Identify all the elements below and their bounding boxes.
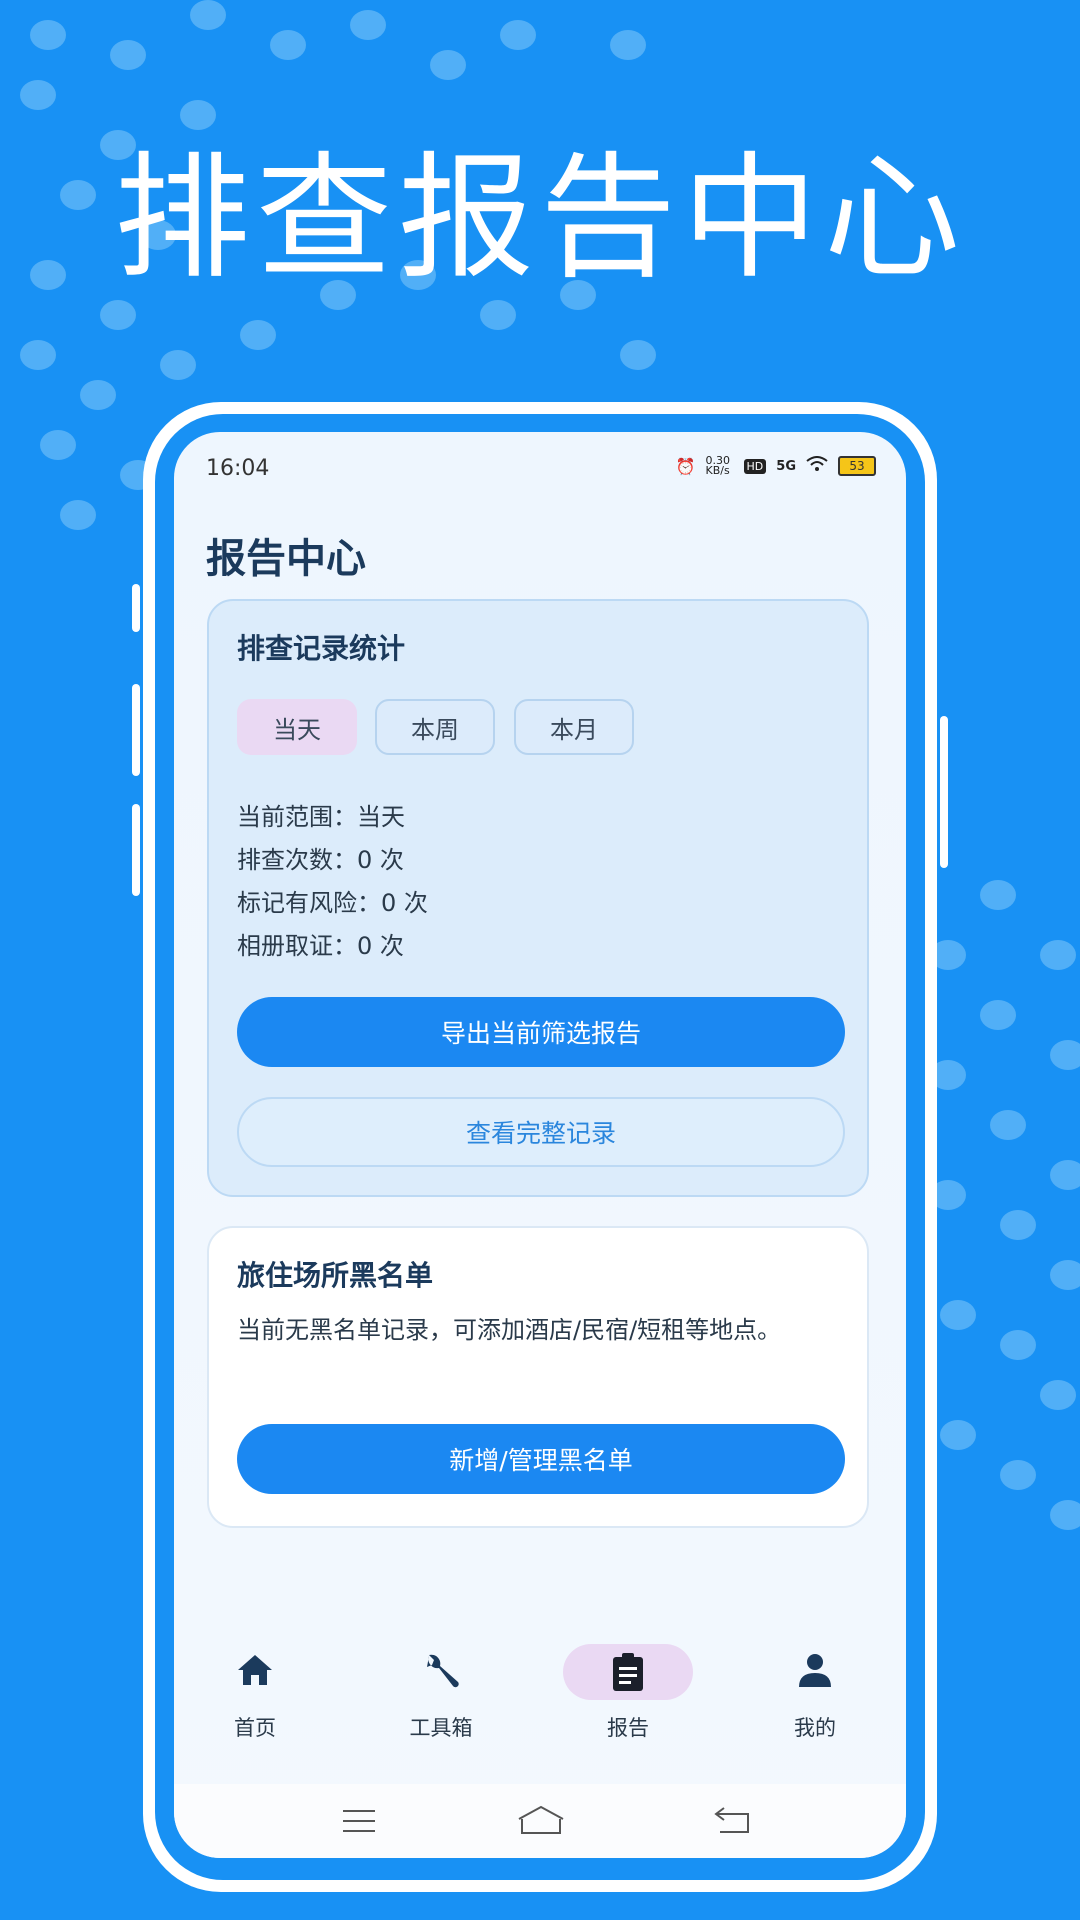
nav-item-toolbox[interactable]: 工具箱 (371, 1636, 511, 1760)
nav-label: 首页 (234, 1716, 276, 1740)
stat-range: 当前范围：当天 (237, 803, 405, 831)
status-icons: ⏰ 0.30 KB/s HD 5G 53 (675, 454, 876, 477)
battery-icon: 53 (838, 456, 876, 476)
blacklist-card: 旅住场所黑名单 当前无黑名单记录，可添加酒店/民宿/短租等地点。 新增/管理黑名… (207, 1226, 869, 1528)
bottom-nav: 首页 工具箱 报告 我的 (174, 1636, 906, 1760)
hd-icon: HD (743, 458, 767, 474)
side-button (132, 804, 140, 896)
stat-risk: 标记有风险：0 次 (237, 889, 428, 917)
segment-week[interactable]: 本周 (375, 699, 495, 755)
stat-album: 相册取证：0 次 (237, 932, 404, 960)
status-bar: 16:04 ⏰ 0.30 KB/s HD 5G 53 (174, 432, 906, 502)
view-records-button[interactable]: 查看完整记录 (237, 1097, 845, 1167)
status-time: 16:04 (206, 456, 270, 481)
blacklist-card-title: 旅住场所黑名单 (237, 1259, 434, 1292)
page-title: 报告中心 (206, 536, 366, 582)
wrench-icon (371, 1652, 511, 1692)
headline: 排查报告中心 (114, 140, 966, 298)
segment-today[interactable]: 当天 (237, 699, 357, 755)
alarm-icon: ⏰ (675, 456, 696, 476)
stat-count: 排查次数：0 次 (237, 846, 404, 874)
menu-icon[interactable] (341, 1808, 377, 1838)
back-icon[interactable] (714, 1806, 750, 1838)
nav-item-home[interactable]: 首页 (185, 1636, 325, 1760)
signal-icon: 5G (776, 458, 796, 474)
clipboard-icon (558, 1652, 698, 1692)
nav-item-me[interactable]: 我的 (745, 1636, 885, 1760)
side-button (132, 684, 140, 776)
wifi-icon (806, 456, 828, 476)
blacklist-description: 当前无黑名单记录，可添加酒店/民宿/短租等地点。 (237, 1316, 782, 1344)
nav-label: 报告 (607, 1716, 649, 1740)
stats-card: 排查记录统计 当天 本周 本月 当前范围：当天 排查次数：0 次 标记有风险：0… (207, 599, 869, 1197)
side-button (940, 716, 948, 868)
stats-card-title: 排查记录统计 (237, 632, 406, 665)
manage-blacklist-button[interactable]: 新增/管理黑名单 (237, 1424, 845, 1494)
system-nav-bar (174, 1784, 906, 1858)
nav-label: 工具箱 (409, 1716, 473, 1740)
net-speed: 0.30 KB/s (705, 454, 731, 477)
nav-item-report[interactable]: 报告 (558, 1636, 698, 1760)
person-icon (745, 1652, 885, 1692)
side-button (132, 584, 140, 632)
segment-month[interactable]: 本月 (514, 699, 634, 755)
home-icon (185, 1652, 325, 1692)
export-report-button[interactable]: 导出当前筛选报告 (237, 997, 845, 1067)
home-gesture-icon[interactable] (516, 1804, 566, 1840)
phone-screen: 16:04 ⏰ 0.30 KB/s HD 5G 53 报告中心 排查记录统计 当… (174, 432, 906, 1858)
nav-label: 我的 (794, 1716, 836, 1740)
